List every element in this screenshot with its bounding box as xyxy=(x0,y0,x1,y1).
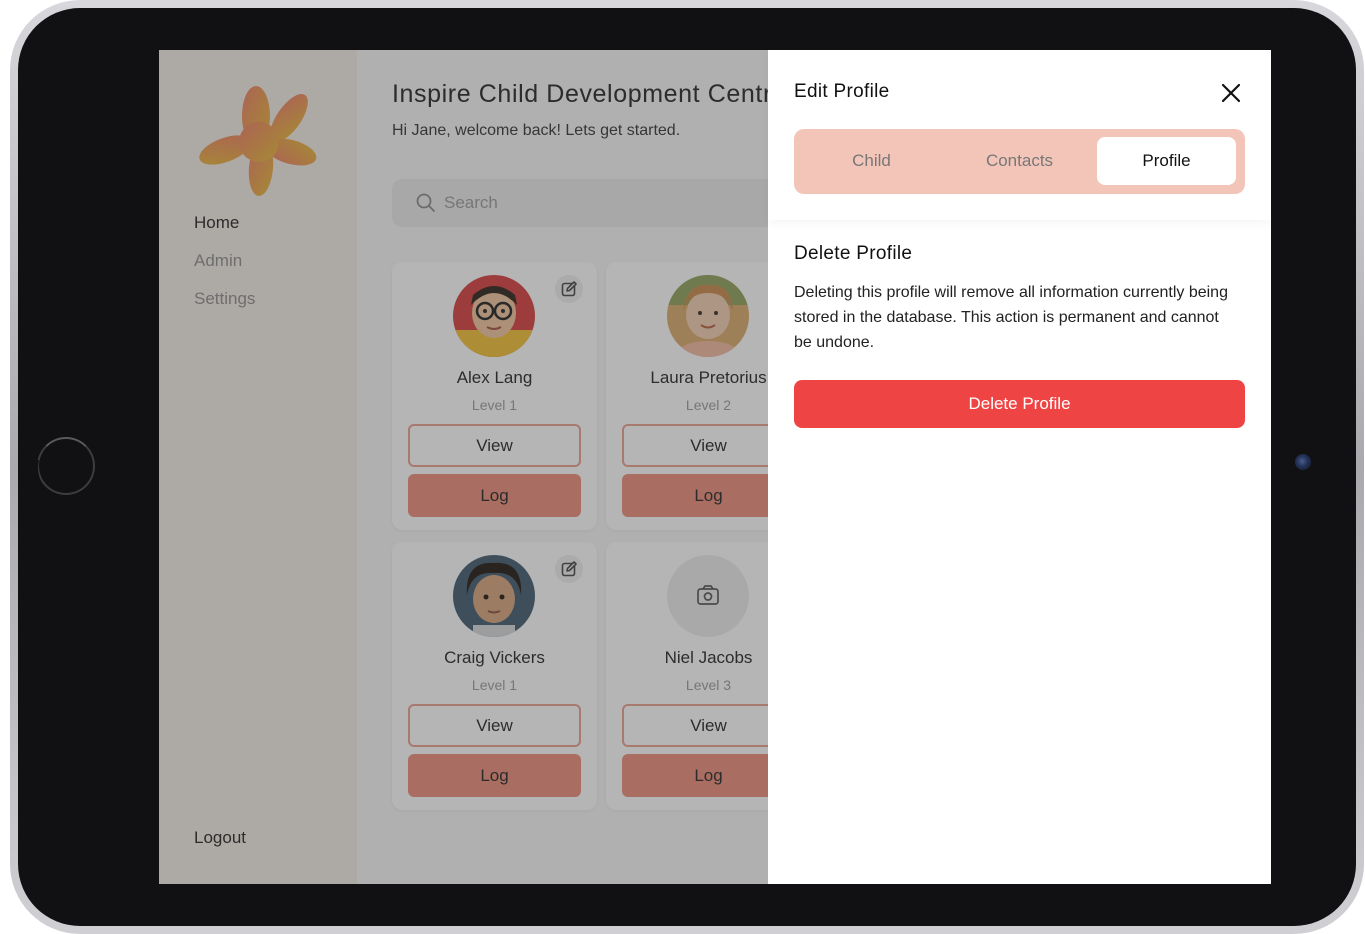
close-icon[interactable] xyxy=(1220,82,1242,104)
tab-contacts[interactable]: Contacts xyxy=(950,137,1089,185)
home-button xyxy=(37,437,95,495)
tab-child[interactable]: Child xyxy=(802,137,941,185)
delete-warning-text: Deleting this profile will remove all in… xyxy=(794,284,1228,351)
profile-tabs: Child Contacts Profile xyxy=(794,129,1245,194)
edit-profile-drawer: Edit Profile Child Contacts Profile Dele… xyxy=(768,50,1271,884)
modal-backdrop[interactable] xyxy=(159,50,768,884)
delete-profile-button[interactable]: Delete Profile xyxy=(794,380,1245,428)
camera-lens xyxy=(1295,454,1311,470)
drawer-header: Edit Profile Child Contacts Profile xyxy=(768,50,1271,220)
drawer-title: Edit Profile xyxy=(794,81,890,102)
tab-profile[interactable]: Profile xyxy=(1097,137,1236,185)
delete-section-title: Delete Profile xyxy=(794,243,913,264)
app-screen: Home Admin Settings Logout Inspire Child… xyxy=(159,50,1271,884)
